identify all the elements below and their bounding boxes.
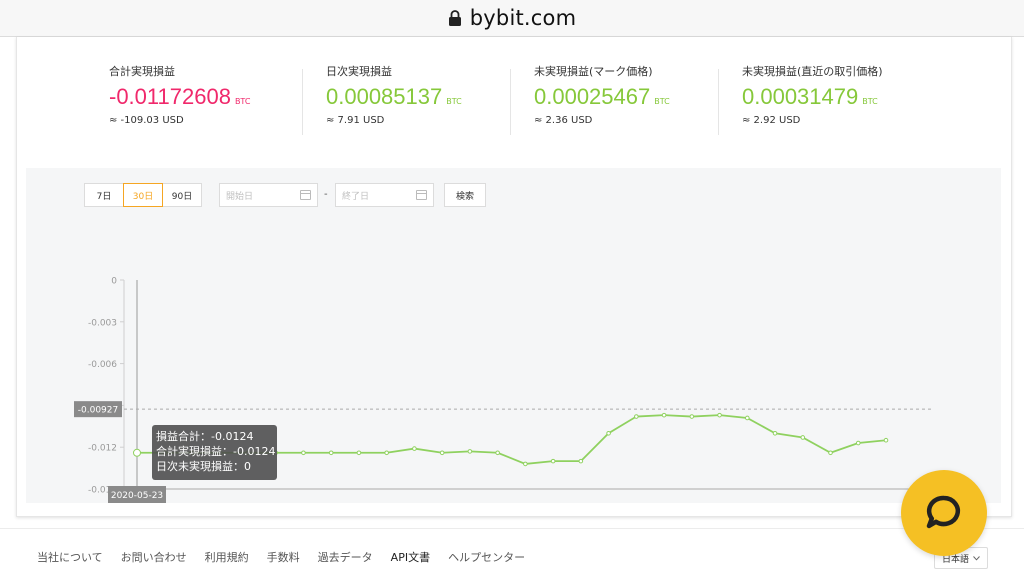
pnl-series-point	[883, 437, 889, 443]
stat-label: 合計実現損益	[109, 65, 175, 78]
stat-label: 未実現損益(直近の取引価格)	[742, 65, 883, 78]
footer-link-historical-data[interactable]: 過去データ	[318, 549, 373, 565]
stat-unit: BTC	[862, 97, 878, 106]
pnl-series-point	[412, 446, 417, 451]
pnl-series-point	[717, 412, 722, 418]
stat-value: -0.01172608	[109, 84, 231, 109]
url-text: bybit.com	[469, 6, 577, 30]
pnl-series-point	[550, 458, 556, 464]
chat-support-button[interactable]	[901, 470, 987, 556]
stat-daily-realized: 日次実現損益 0.00085137 BTC ≈ 7.91 USD	[302, 65, 534, 137]
stat-unrealized-last: 未実現損益(直近の取引価格) 0.00031479 BTC ≈ 2.92 USD	[718, 65, 950, 137]
chevron-down-icon	[973, 555, 980, 561]
pnl-series-point	[744, 415, 750, 421]
divider	[718, 69, 719, 135]
footer-link-fees[interactable]: 手数料	[267, 549, 300, 565]
browser-url-bar[interactable]: bybit.com	[0, 0, 1024, 37]
footer-link-contact[interactable]: お問い合わせ	[121, 549, 187, 565]
pnl-card: 合計実現損益 -0.01172608 BTC ≈ -109.03 USD 日次実…	[16, 37, 1012, 517]
y-tick-label: -0.003	[88, 318, 117, 328]
reference-value-label: -0.00927	[78, 406, 118, 416]
pnl-series-point	[578, 458, 584, 464]
pnl-line-chart[interactable]: 0-0.003-0.006-0.009-0.012-0.015-0.00927損…	[26, 168, 1001, 503]
pnl-series-point	[495, 450, 500, 456]
pnl-series-point	[328, 450, 334, 456]
stat-unrealized-mark: 未実現損益(マーク価格) 0.00025467 BTC ≈ 2.36 USD	[510, 65, 742, 137]
lock-icon	[448, 10, 461, 26]
stat-value: 0.00085137	[326, 84, 443, 109]
divider	[510, 69, 511, 135]
y-tick-label: -0.006	[88, 360, 117, 370]
stat-total-realized: 合計実現損益 -0.01172608 BTC ≈ -109.03 USD	[109, 65, 317, 137]
pnl-series-point	[689, 414, 695, 419]
stats-row: 合計実現損益 -0.01172608 BTC ≈ -109.03 USD 日次実…	[109, 65, 969, 145]
stat-unit: BTC	[654, 97, 670, 106]
y-tick-label: 0	[111, 277, 117, 287]
footer-link-api-docs[interactable]: API文書	[391, 549, 430, 565]
footer-link-about[interactable]: 当社について	[37, 549, 103, 565]
footer-link-terms[interactable]: 利用規約	[205, 549, 249, 565]
divider	[302, 69, 303, 135]
stat-label: 日次実現損益	[326, 65, 392, 78]
x-hover-label: 2020-05-23	[111, 491, 163, 501]
tooltip-line: 損益合計：-0.0124	[156, 429, 253, 443]
footer-link-help-center[interactable]: ヘルプセンター	[448, 549, 525, 565]
stat-unit: BTC	[234, 97, 251, 106]
pnl-series-point	[523, 461, 528, 467]
pnl-series-point	[301, 450, 306, 456]
period-30d-button[interactable]: 30日	[123, 183, 163, 207]
pnl-series-point	[634, 414, 639, 419]
stat-value: 0.00031479	[742, 84, 859, 109]
footer: 当社について お問い合わせ 利用規約 手数料 過去データ API文書 ヘルプセン…	[0, 528, 1024, 577]
stat-approx: ≈ 2.36 USD	[534, 115, 593, 126]
pnl-series-point	[133, 448, 141, 457]
y-tick-label: -0.012	[88, 444, 117, 454]
stat-approx: ≈ 7.91 USD	[326, 115, 385, 126]
stat-approx: ≈ -109.03 USD	[109, 115, 184, 126]
pnl-series-point	[439, 450, 445, 456]
stat-value: 0.00025467	[534, 84, 651, 109]
pnl-series-point	[772, 430, 778, 436]
pnl-series-point	[356, 450, 362, 456]
pnl-series-point	[384, 450, 389, 456]
chart-panel: 7日 30日 90日 開始日 - 終了日 検索 0 -0.003 -0.006 -0.…	[26, 168, 1001, 503]
stat-label: 未実現損益(マーク価格)	[534, 65, 653, 78]
tooltip-line: 合計実現損益：-0.0124	[156, 444, 275, 458]
pnl-series-point	[828, 450, 833, 456]
chat-bubble-icon	[926, 495, 961, 529]
stat-approx: ≈ 2.92 USD	[742, 115, 801, 126]
pnl-series-point	[800, 435, 806, 440]
tooltip-line: 日次未実現損益：0	[156, 459, 251, 473]
stat-unit: BTC	[446, 97, 462, 106]
pnl-series-point	[661, 412, 667, 418]
pnl-series-point	[606, 430, 611, 436]
pnl-series-point	[855, 440, 861, 446]
footer-links: 当社について お問い合わせ 利用規約 手数料 過去データ API文書 ヘルプセン…	[37, 549, 543, 565]
pnl-series-point	[467, 449, 473, 454]
